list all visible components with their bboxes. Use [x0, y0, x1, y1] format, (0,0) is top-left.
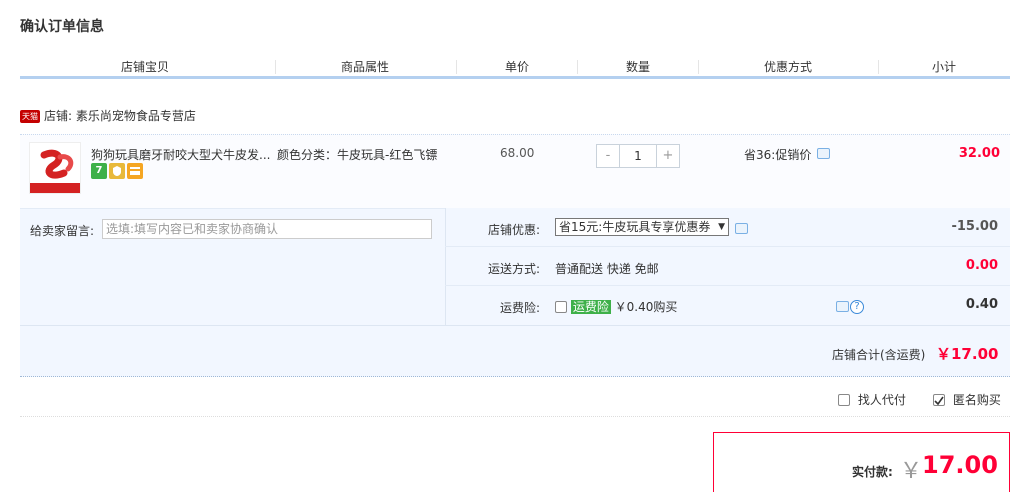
header-attributes: 商品属性 — [340, 60, 389, 74]
shop-discount-value: -15.00 — [951, 219, 998, 234]
anonymous-option: 匿名购买 — [933, 391, 1001, 408]
item-name[interactable]: 狗狗玩具磨牙耐咬大型犬牛皮发... — [91, 146, 271, 163]
coupon-select[interactable]: 省15元:牛皮玩具专享优惠券 ▼ — [555, 218, 729, 236]
credit-card-icon[interactable] — [127, 163, 143, 179]
insurance-checkbox[interactable] — [555, 301, 567, 313]
insurance-option: 运费险 ￥0.40购买 — [555, 298, 677, 315]
discount-text: 省36:促销价 — [744, 148, 812, 162]
pay-for-me-checkbox[interactable] — [838, 394, 850, 406]
unit-price: 68.00 — [500, 146, 535, 160]
header-bar — [20, 76, 1010, 79]
pay-for-me-label[interactable]: 找人代付 — [858, 393, 906, 407]
header-quantity: 数量 — [625, 60, 650, 74]
item-attribute: 颜色分类：牛皮玩具-红色飞镖 — [277, 148, 438, 162]
shipping-method: 普通配送 快递 免邮 — [555, 262, 659, 276]
shop-discount-label: 店铺优惠: — [488, 223, 541, 237]
header-divider — [577, 60, 578, 74]
shop-name[interactable]: 店铺: 素乐尚宠物食品专营店 — [44, 109, 196, 123]
anonymous-checkbox[interactable] — [933, 394, 945, 406]
increase-button[interactable]: + — [657, 145, 679, 167]
chat-icon[interactable] — [735, 223, 748, 234]
page-title: 确认订单信息 — [20, 19, 104, 35]
chat-icon[interactable] — [836, 301, 849, 312]
product-thumbnail[interactable] — [29, 142, 81, 194]
payment-label: 实付款: — [852, 465, 893, 479]
header-shop-item: 店铺宝贝 — [120, 60, 169, 74]
header-divider — [456, 60, 457, 74]
message-label: 给卖家留言: — [30, 224, 95, 238]
header-divider — [698, 60, 699, 74]
insurance-price: ￥0.40购买 — [614, 300, 678, 314]
service-icons: 7 — [91, 163, 143, 179]
header-discount-method: 优惠方式 — [763, 60, 812, 74]
quantity-input[interactable]: 1 — [619, 145, 657, 167]
item-subtotal: 32.00 — [958, 146, 1000, 161]
shield-guarantee-icon[interactable] — [109, 163, 125, 179]
row-divider — [445, 285, 1010, 286]
header-unit-price: 单价 — [504, 60, 529, 74]
header-divider — [275, 60, 276, 74]
decrease-button[interactable]: - — [597, 145, 619, 167]
insurance-value: 0.40 — [965, 297, 998, 312]
anonymous-label[interactable]: 匿名购买 — [953, 393, 1001, 407]
options-divider — [20, 416, 1010, 417]
seven-day-return-icon[interactable]: 7 — [91, 163, 107, 179]
dropdown-arrow-icon: ▼ — [718, 222, 725, 232]
message-input[interactable]: 选填:填写内容已和卖家协商确认 — [102, 219, 432, 239]
insurance-tag[interactable]: 运费险 — [570, 300, 611, 314]
tmall-icon: 天猫 — [20, 110, 40, 123]
coupon-selected: 省15元:牛皮玩具专享优惠券 — [559, 220, 711, 234]
header-divider — [878, 60, 879, 74]
shipping-value: 0.00 — [965, 258, 998, 273]
quantity-stepper: - 1 + — [596, 144, 680, 168]
shop-total-value: ￥17.00 — [936, 345, 999, 363]
shop-line: 天猫 店铺: 素乐尚宠物食品专营店 — [20, 107, 196, 124]
insurance-label: 运费险: — [500, 301, 541, 315]
pay-for-me-option: 找人代付 — [838, 391, 906, 408]
help-icon[interactable]: ? — [850, 300, 864, 314]
payment-currency: ￥ — [900, 459, 923, 484]
header-subtotal: 小计 — [931, 60, 956, 74]
row-divider — [445, 246, 1010, 247]
chat-icon[interactable] — [817, 148, 830, 159]
shipping-label: 运送方式: — [488, 262, 541, 276]
shop-total-label: 店铺合计(含运费) — [832, 348, 926, 362]
payment-amount: 17.00 — [922, 451, 998, 479]
